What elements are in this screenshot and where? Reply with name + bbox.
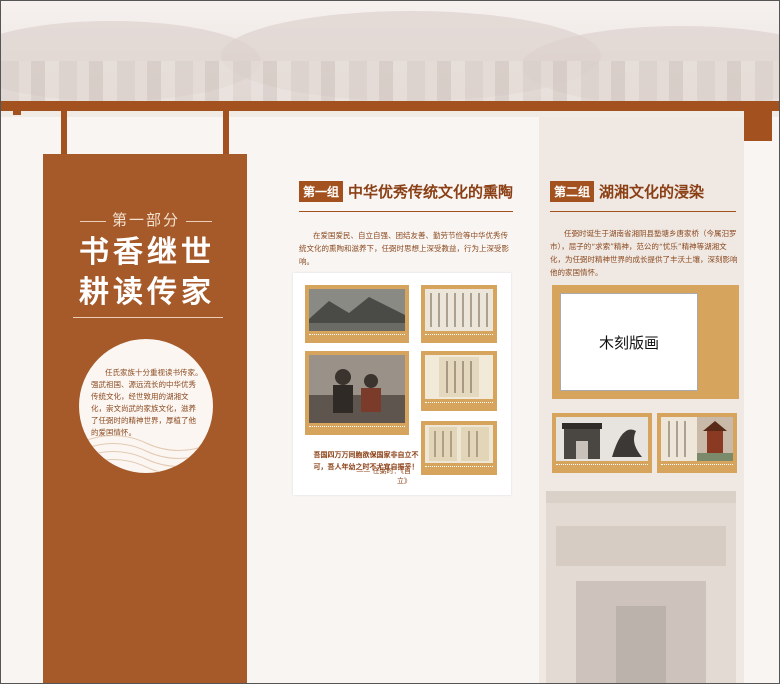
banner-title: 书香继世 耕读传家 xyxy=(67,233,227,313)
group1-header: 第一组 中华优秀传统文化的熏陶 xyxy=(299,181,513,202)
group1-photo-landscape xyxy=(305,285,409,343)
left-rail-end xyxy=(13,101,21,115)
group1-photo-manuscript1 xyxy=(421,285,497,343)
group1-photo-manuscript2 xyxy=(421,351,497,411)
group2-tag: 第二组 xyxy=(550,181,595,202)
part-label: 第一部分 xyxy=(71,209,221,230)
group2-photo-tower xyxy=(657,413,737,473)
woodcut-frame: 木刻版画 xyxy=(552,285,739,399)
intro-circle: 任氏家族十分重视读书传家。强武祖国、源远流长的中华优秀传统文化，经世致用的湖湘文… xyxy=(79,339,213,473)
group1-divider xyxy=(299,211,513,212)
banner-divider xyxy=(73,317,223,318)
group2-text: 任弼时诞生于湖南省湘阴县塾塘乡唐家桥（今属汨罗市），屈子的“求索”精神，范公的“… xyxy=(550,229,738,277)
group2-photo-memorial-arch xyxy=(552,413,652,473)
top-rail-shadow xyxy=(1,111,779,117)
group2-title: 湖湘文化的浸染 xyxy=(599,183,705,201)
group2-divider xyxy=(550,211,736,212)
group1-quote-source: —— 任弼时：《自立》 xyxy=(356,467,411,485)
woodcut-label: 木刻版画 xyxy=(598,334,659,352)
group2-header: 第二组 湖湘文化的浸染 xyxy=(550,181,704,202)
right-rail-end xyxy=(744,101,772,141)
group1-photo-portrait xyxy=(305,351,409,435)
banner-title-line2: 耕读传家 xyxy=(79,275,215,310)
group1-text: 在爱国爱民、自立自强、团结友善、勤劳节俭等中华优秀传统文化的熏陶和滋养下，任弼时… xyxy=(299,231,509,266)
exhibition-wall: 第一部分 书香继世 耕读传家 任氏家族十分重视读书传家。强武祖国、源远流长的中华… xyxy=(0,0,780,684)
banner-hanger-left xyxy=(61,111,67,156)
woodcut-placeholder: 木刻版画 xyxy=(560,293,698,391)
group1-tag: 第一组 xyxy=(299,181,344,202)
banner-hanger-right xyxy=(223,111,229,156)
ancestral-hall-gate-image xyxy=(546,491,736,683)
banner-title-line1: 书香继世 xyxy=(79,235,215,270)
wave-pattern xyxy=(79,435,213,473)
group1-photo-book xyxy=(421,421,497,475)
top-rail xyxy=(1,101,779,111)
group1-title: 中华优秀传统文化的熏陶 xyxy=(348,183,514,201)
background-landscape xyxy=(1,1,779,111)
